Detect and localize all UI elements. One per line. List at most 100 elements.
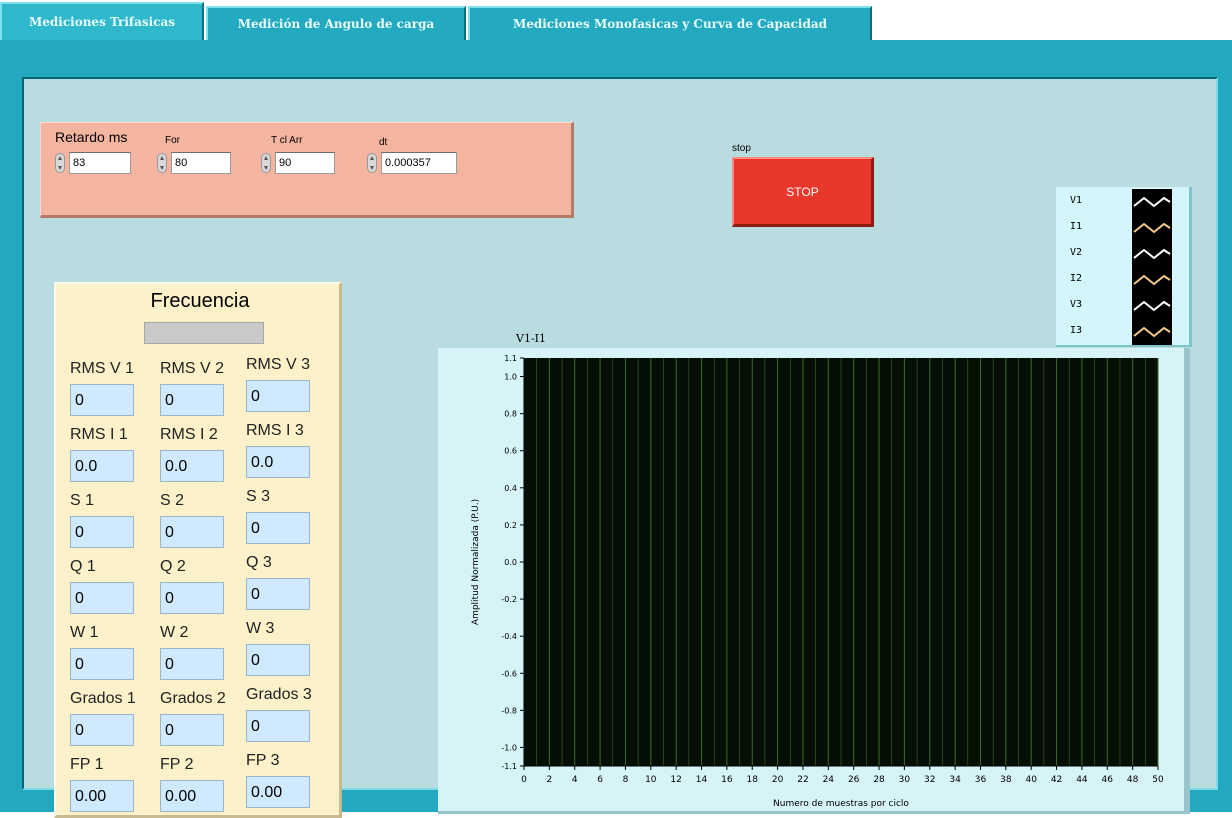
legend-item-label: I2 — [1070, 273, 1083, 284]
measurement-label: W 2 — [160, 624, 189, 641]
measurement-label: Grados 3 — [246, 686, 312, 703]
tab-medicion-angulo-carga[interactable]: Medición de Angulo de carga — [206, 6, 466, 40]
retardo-input[interactable]: 83 — [69, 152, 131, 174]
measurement-value: 0 — [70, 384, 134, 416]
measurement-value: 0 — [70, 516, 134, 548]
measurement-value: 0.0 — [160, 450, 224, 482]
t-cl-arr-input[interactable]: 90 — [275, 152, 335, 174]
x-tick-label: 20 — [772, 775, 784, 785]
waveform-chart: 0 2 4 6 8 10 12 14 16 18 20 22 24 26 28 30 32 34 36 38 40 42 4… — [471, 354, 1164, 809]
measurement-label: RMS V 3 — [246, 356, 311, 373]
legend-item[interactable]: I1 — [1056, 215, 1192, 241]
measurement-value: 0 — [246, 380, 310, 412]
tab-mediciones-trifasicas[interactable]: Mediciones Trifasicas — [0, 2, 204, 40]
x-tick-label: 2 — [546, 775, 552, 785]
measurement-label: Q 1 — [70, 558, 96, 575]
legend-item[interactable]: I3 — [1056, 319, 1192, 345]
t-cl-arr-spinner[interactable] — [261, 153, 271, 173]
measurement-value: 0.00 — [160, 780, 224, 812]
stop-button[interactable]: STOP — [732, 157, 874, 227]
y-tick-label: -0.8 — [501, 706, 517, 715]
measurement-value: 0 — [246, 512, 310, 544]
measurement-label: RMS I 1 — [70, 426, 128, 443]
measurement-label: RMS I 3 — [246, 422, 304, 439]
y-tick-labels: 1.1 1.0 0.8 0.6 0.4 0.2 0.0 -0.2 -0.4 -0.6 -0.8 -1.… — [501, 354, 524, 771]
legend-item-label: V1 — [1070, 195, 1083, 206]
y-tick-label: -1.1 — [501, 762, 517, 771]
x-tick-label: 42 — [1051, 775, 1062, 785]
for-input[interactable]: 80 — [171, 152, 231, 174]
main-panel: Retardo ms 83 For 80 T cl Arr 90 dt 0.00… — [22, 77, 1218, 818]
dt-label: dt — [379, 137, 388, 148]
x-tick-label: 50 — [1152, 775, 1164, 785]
measurement-value: 0.0 — [70, 450, 134, 482]
for-spinner[interactable] — [157, 153, 167, 173]
x-tick-label: 18 — [747, 775, 759, 785]
measurement-value: 0 — [246, 644, 310, 676]
measurement-value: 0 — [160, 516, 224, 548]
frequency-value — [144, 322, 264, 344]
tab-bar: Mediciones Trifasicas Medición de Angulo… — [0, 0, 1232, 40]
measurement-label: RMS V 1 — [70, 360, 135, 377]
y-tick-label: -0.6 — [501, 669, 517, 678]
measurement-value: 0 — [160, 648, 224, 680]
measurement-label: FP 2 — [160, 756, 194, 773]
legend-item[interactable]: V1 — [1056, 189, 1192, 215]
y-tick-label: -0.2 — [501, 595, 517, 604]
measurement-value: 0 — [246, 710, 310, 742]
legend-item[interactable]: I2 — [1056, 267, 1192, 293]
legend-item-label: I3 — [1070, 325, 1083, 336]
y-axis-label: Amplitud Normalizada (P.U.) — [471, 499, 481, 625]
measurement-label: RMS V 2 — [160, 360, 225, 377]
x-axis-label: Numero de muestras por ciclo — [773, 799, 909, 809]
x-tick-label: 46 — [1102, 775, 1114, 785]
x-tick-label: 22 — [797, 775, 808, 785]
retardo-label: Retardo ms — [55, 129, 128, 145]
measurement-label: RMS I 2 — [160, 426, 218, 443]
measurement-label: W 1 — [70, 624, 99, 641]
y-tick-label: -1.0 — [501, 743, 517, 752]
x-tick-labels: 0 2 4 6 8 10 12 14 16 18 20 22 24 26 28 30 32 34 36 38 40 42 4… — [521, 766, 1164, 785]
x-tick-label: 24 — [823, 775, 835, 785]
measurement-label: Q 3 — [246, 554, 272, 571]
x-tick-label: 8 — [623, 775, 629, 785]
x-tick-label: 6 — [597, 775, 603, 785]
x-tick-label: 4 — [572, 775, 578, 785]
y-tick-label: 0.2 — [504, 521, 517, 530]
measurement-value: 0.00 — [70, 780, 134, 812]
retardo-spinner[interactable] — [55, 153, 65, 173]
measurement-label: FP 3 — [246, 752, 280, 769]
dt-spinner[interactable] — [367, 153, 377, 173]
x-tick-label: 44 — [1076, 775, 1088, 785]
measurement-label: Q 2 — [160, 558, 186, 575]
legend-swatch — [1132, 319, 1172, 345]
x-tick-label: 10 — [645, 775, 657, 785]
tab-content-frame: Retardo ms 83 For 80 T cl Arr 90 dt 0.00… — [0, 40, 1232, 818]
x-tick-label: 30 — [899, 775, 911, 785]
y-tick-label: 0.0 — [504, 558, 517, 567]
y-tick-label: -0.4 — [501, 632, 517, 641]
legend-item[interactable]: V3 — [1056, 293, 1192, 319]
measurement-value: 0 — [160, 582, 224, 614]
x-tick-label: 40 — [1025, 775, 1037, 785]
legend-swatch — [1132, 267, 1172, 293]
legend-item-label: V2 — [1070, 247, 1083, 258]
legend-swatch — [1132, 293, 1172, 319]
y-tick-label: 0.4 — [504, 484, 517, 493]
measurement-label: W 3 — [246, 620, 275, 637]
control-box: Retardo ms 83 For 80 T cl Arr 90 dt 0.00… — [40, 122, 574, 218]
x-tick-label: 12 — [670, 775, 681, 785]
x-tick-label: 36 — [975, 775, 987, 785]
x-tick-label: 14 — [696, 775, 708, 785]
x-tick-label: 0 — [521, 775, 527, 785]
dt-input[interactable]: 0.000357 — [381, 152, 457, 174]
measurement-value: 0 — [70, 714, 134, 746]
x-tick-label: 48 — [1127, 775, 1139, 785]
legend-item[interactable]: V2 — [1056, 241, 1192, 267]
t-cl-arr-label: T cl Arr — [271, 135, 303, 146]
x-tick-label: 38 — [1000, 775, 1012, 785]
x-tick-label: 32 — [924, 775, 935, 785]
measurement-label: FP 1 — [70, 756, 104, 773]
tab-mediciones-monofasicas[interactable]: Mediciones Monofasicas y Curva de Capaci… — [468, 6, 872, 40]
plot-legend: V1 I1 V2 I2 V3 I3 — [1056, 187, 1192, 347]
